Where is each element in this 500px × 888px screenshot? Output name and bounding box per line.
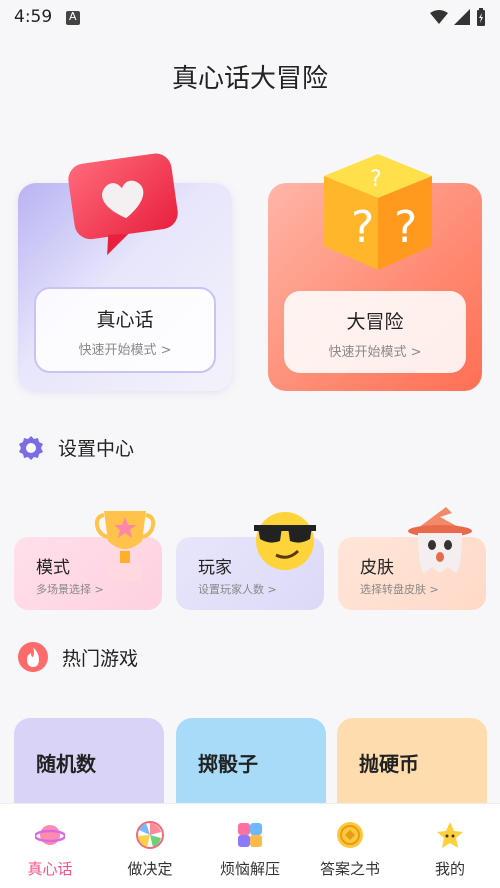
hot-games-section-header: 热门游戏 — [18, 642, 138, 672]
tab-truth-label: 真心话 — [27, 860, 73, 878]
svg-text:?: ? — [370, 167, 382, 192]
dare-card-title: 大冒险 — [346, 311, 404, 333]
tab-mine-label: 我的 — [434, 860, 465, 878]
status-time: 4:59 — [14, 7, 53, 27]
player-card-title: 玩家 — [198, 558, 232, 578]
planet-icon — [33, 825, 67, 845]
gear-icon — [19, 435, 43, 460]
notification-a-icon — [66, 10, 80, 25]
tab-answer-book[interactable]: 答案之书 — [300, 814, 400, 879]
heart-bubble-icon — [68, 153, 178, 256]
tab-truth[interactable]: 真心话 — [0, 814, 100, 879]
wheel-icon — [136, 821, 164, 849]
coin-icon — [337, 822, 363, 848]
battery-icon — [477, 8, 485, 26]
status-bar: 4:59 — [0, 0, 500, 36]
svg-text:?: ? — [394, 202, 417, 253]
star-icon — [437, 822, 463, 848]
sunglasses-emoji-icon — [254, 512, 316, 570]
player-card-subtitle: 设置玩家人数 > — [198, 583, 277, 596]
tab-decide[interactable]: 做决定 — [100, 814, 200, 879]
dare-card-subtitle: 快速开始模式 > — [328, 345, 422, 360]
bottom-tab-bar: 真心话 做决定 烦恼解压 答案之书 我的 — [0, 803, 500, 888]
mode-card-title: 模式 — [36, 558, 70, 578]
mystery-box-icon: ? ? ? — [324, 154, 432, 270]
fire-icon — [18, 642, 48, 672]
truth-card-title: 真心话 — [96, 309, 154, 331]
truth-card-button[interactable]: 真心话 快速开始模式 > — [34, 287, 216, 373]
dice-title: 掷骰子 — [198, 752, 258, 776]
signal-icon — [454, 9, 470, 25]
truth-card-subtitle: 快速开始模式 > — [78, 343, 172, 358]
status-icons — [430, 8, 486, 26]
skin-card-title: 皮肤 — [360, 558, 394, 578]
ghost-witch-icon — [408, 507, 472, 573]
hot-games-section-title: 热门游戏 — [62, 647, 139, 670]
page-title: 真心话大冒险 — [171, 64, 328, 94]
wifi-icon — [430, 10, 448, 24]
settings-section-header: 设置中心 — [18, 434, 134, 461]
settings-section-title: 设置中心 — [58, 438, 135, 460]
coin-flip-title: 抛硬币 — [359, 752, 419, 776]
tab-answer-book-label: 答案之书 — [319, 860, 380, 878]
tab-decide-label: 做决定 — [127, 860, 173, 878]
dare-card-button[interactable]: 大冒险 快速开始模式 > — [284, 291, 466, 373]
svg-text:?: ? — [351, 202, 374, 253]
trophy-icon — [94, 511, 156, 581]
tab-relief[interactable]: 烦恼解压 — [200, 814, 300, 879]
puzzle-icon — [238, 823, 262, 847]
tab-relief-label: 烦恼解压 — [219, 860, 280, 878]
random-number-title: 随机数 — [36, 752, 96, 776]
tab-mine[interactable]: 我的 — [400, 814, 500, 879]
skin-card-subtitle: 选择转盘皮肤 > — [360, 583, 439, 596]
